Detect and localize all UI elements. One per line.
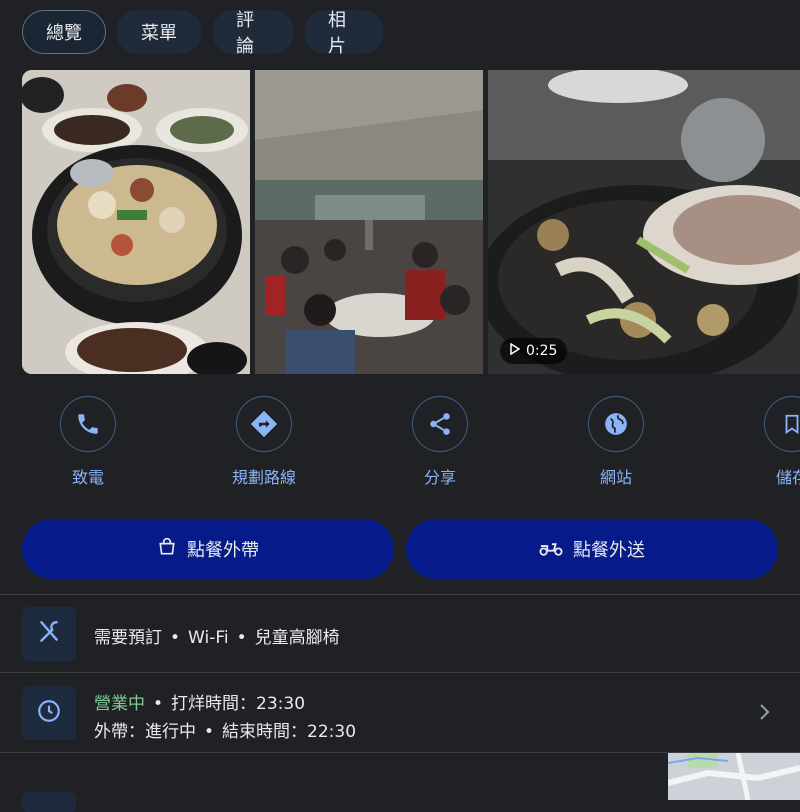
amenities-icon-box: [22, 607, 76, 661]
share-action[interactable]: 分享: [385, 396, 495, 488]
website-action[interactable]: 網站: [561, 396, 671, 488]
closing-time: 打烊時間：23:30: [171, 694, 306, 714]
separator: •: [204, 722, 215, 742]
video-duration-badge: 0:25: [500, 338, 568, 364]
tab-overview[interactable]: 總覽: [22, 10, 106, 54]
tab-menu[interactable]: 菜單: [116, 10, 202, 54]
save-label: 儲存: [775, 468, 800, 487]
tab-photos[interactable]: 相片: [304, 10, 384, 57]
video-duration: 0:25: [526, 343, 558, 359]
open-status: 營業中: [94, 694, 145, 714]
call-label: 致電: [71, 468, 104, 487]
action-row: 致電 規劃路線 分享 網站 儲存: [0, 396, 800, 496]
clock-icon: [36, 698, 62, 728]
hours-icon-box: [22, 686, 76, 740]
cutlery-icon: [36, 619, 62, 649]
amenity-high-chair: 兒童高腳椅: [254, 628, 340, 648]
tab-bar: 總覽 菜單 評論 相片: [22, 10, 384, 57]
globe-icon[interactable]: [588, 396, 644, 452]
photo-hotpot-table[interactable]: [22, 70, 250, 374]
tab-reviews[interactable]: 評論: [212, 10, 294, 57]
call-action[interactable]: 致電: [33, 396, 143, 488]
directions-action[interactable]: 規劃路線: [209, 396, 319, 488]
divider: [0, 594, 800, 595]
hours-line-2[interactable]: 外帶：進行中 • 結束時間：22:30: [94, 717, 356, 742]
separator: •: [153, 694, 164, 714]
save-action[interactable]: 儲存: [737, 396, 800, 488]
hours-line-1[interactable]: 營業中 • 打烊時間：23:30: [94, 689, 305, 714]
photo-carousel[interactable]: 0:25: [22, 70, 800, 374]
takeout-end-time: 結束時間：22:30: [222, 722, 357, 742]
amenity-reservation: 需要預訂: [94, 628, 162, 648]
takeout-status: 外帶：進行中: [94, 722, 196, 742]
order-takeout-button[interactable]: 點餐外帶: [22, 519, 394, 579]
chevron-right-icon[interactable]: [758, 702, 772, 726]
share-label: 分享: [423, 468, 456, 487]
directions-icon[interactable]: [236, 396, 292, 452]
separator: •: [170, 628, 181, 648]
phone-icon[interactable]: [60, 396, 116, 452]
takeout-bag-icon: [157, 537, 177, 562]
map-thumbnail[interactable]: [667, 752, 800, 801]
amenity-wifi: Wi-Fi: [188, 628, 229, 648]
separator: •: [236, 628, 247, 648]
photo-restaurant-interior[interactable]: [255, 70, 483, 374]
order-takeout-label: 點餐外帶: [187, 540, 259, 561]
scooter-icon: [539, 537, 563, 562]
amenities-text[interactable]: 需要預訂 • Wi-Fi • 兒童高腳椅: [94, 623, 340, 648]
bookmark-icon[interactable]: [764, 396, 800, 452]
website-label: 網站: [599, 468, 632, 487]
divider: [0, 672, 800, 673]
directions-label: 規劃路線: [231, 468, 296, 487]
play-icon: [510, 342, 521, 359]
location-icon-box: [22, 792, 76, 812]
order-delivery-button[interactable]: 點餐外送: [406, 519, 778, 579]
share-icon[interactable]: [412, 396, 468, 452]
photo-cooking-video[interactable]: 0:25: [488, 70, 800, 374]
order-delivery-label: 點餐外送: [573, 540, 645, 561]
